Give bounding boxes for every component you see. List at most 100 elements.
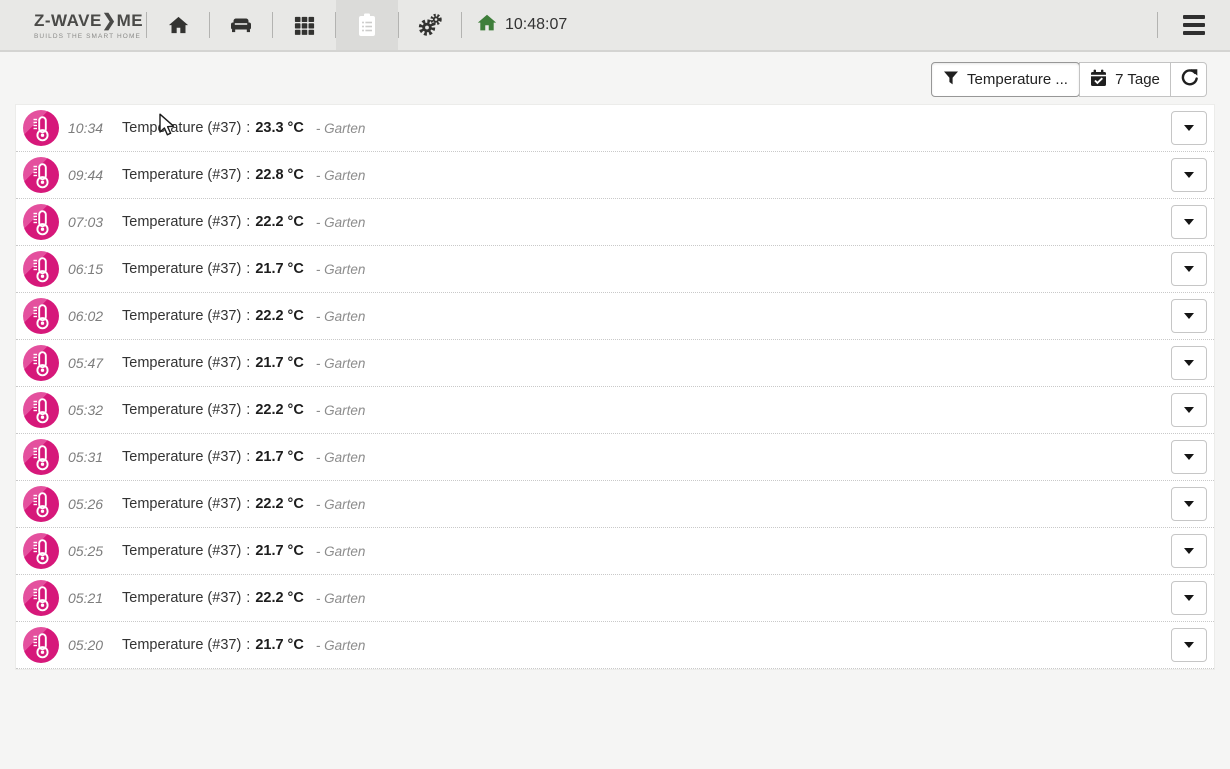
event-value: 22.8 °C (255, 167, 304, 183)
event-device-label: Temperature (#37) (122, 261, 241, 277)
event-room: - Garten (316, 262, 366, 277)
thermometer-icon (23, 392, 59, 428)
grid-icon (293, 14, 316, 37)
event-separator: : (246, 167, 250, 183)
event-value: 21.7 °C (255, 355, 304, 371)
event-device-label: Temperature (#37) (122, 496, 241, 512)
event-time: 05:26 (68, 496, 110, 512)
filter-funnel-icon (943, 70, 959, 90)
event-expand-button[interactable] (1171, 440, 1207, 474)
event-row: 05:26 Temperature (#37) : 22.2 °C - Gart… (16, 481, 1214, 528)
thermometer-icon (23, 110, 59, 146)
tab-events-active[interactable] (336, 0, 398, 50)
calendar-check-icon (1090, 69, 1107, 91)
event-value: 21.7 °C (255, 543, 304, 559)
event-room: - Garten (316, 121, 366, 136)
event-device-label: Temperature (#37) (122, 120, 241, 136)
chevron-down-icon (1184, 501, 1194, 507)
event-time: 05:47 (68, 355, 110, 371)
event-row: 10:34 Temperature (#37) : 23.3 °C - Gart… (16, 105, 1214, 152)
filter-device-label: Temperature ... (967, 71, 1068, 88)
chevron-down-icon (1184, 172, 1194, 178)
event-row: 06:15 Temperature (#37) : 21.7 °C - Gart… (16, 246, 1214, 293)
chevron-down-icon (1184, 407, 1194, 413)
event-expand-button[interactable] (1171, 487, 1207, 521)
event-row: 05:25 Temperature (#37) : 21.7 °C - Gart… (16, 528, 1214, 575)
period-filter-button[interactable]: 7 Tage (1079, 62, 1171, 97)
event-separator: : (246, 308, 250, 324)
event-expand-button[interactable] (1171, 111, 1207, 145)
event-row: 05:47 Temperature (#37) : 21.7 °C - Gart… (16, 340, 1214, 387)
thermometer-icon (23, 345, 59, 381)
event-separator: : (246, 496, 250, 512)
thermometer-icon (23, 251, 59, 287)
event-separator: : (246, 402, 250, 418)
zwave-logo: Z-WAVE❯ME BUILDS THE SMART HOME (34, 0, 146, 50)
event-expand-button[interactable] (1171, 205, 1207, 239)
refresh-button[interactable] (1171, 62, 1207, 97)
green-home-icon (476, 12, 498, 39)
event-room: - Garten (316, 309, 366, 324)
event-separator: : (246, 355, 250, 371)
event-separator: : (246, 214, 250, 230)
event-device-label: Temperature (#37) (122, 449, 241, 465)
event-separator: : (246, 543, 250, 559)
chevron-down-icon (1184, 642, 1194, 648)
chevron-down-icon (1184, 219, 1194, 225)
event-room: - Garten (316, 450, 366, 465)
top-navbar: Z-WAVE❯ME BUILDS THE SMART HOME (0, 0, 1230, 52)
event-time: 06:02 (68, 308, 110, 324)
event-room: - Garten (316, 356, 366, 371)
event-device-label: Temperature (#37) (122, 590, 241, 606)
thermometer-icon (23, 580, 59, 616)
tab-rooms[interactable] (210, 0, 272, 50)
event-room: - Garten (316, 497, 366, 512)
events-page: Temperature ... 7 Tage (0, 52, 1230, 769)
thermometer-icon (23, 298, 59, 334)
tab-settings[interactable] (399, 0, 461, 50)
tab-dashboard[interactable] (147, 0, 209, 50)
event-expand-button[interactable] (1171, 252, 1207, 286)
event-expand-button[interactable] (1171, 346, 1207, 380)
event-value: 21.7 °C (255, 449, 304, 465)
event-room: - Garten (316, 403, 366, 418)
tab-elements[interactable] (273, 0, 335, 50)
event-expand-button[interactable] (1171, 628, 1207, 662)
event-list: 10:34 Temperature (#37) : 23.3 °C - Gart… (15, 104, 1215, 670)
thermometer-icon (23, 439, 59, 475)
event-time: 05:31 (68, 449, 110, 465)
event-value: 22.2 °C (255, 402, 304, 418)
event-expand-button[interactable] (1171, 581, 1207, 615)
event-separator: : (246, 637, 250, 653)
event-time: 05:25 (68, 543, 110, 559)
event-separator: : (246, 449, 250, 465)
chevron-down-icon (1184, 125, 1194, 131)
house-mode-clock[interactable]: 10:48:07 (462, 0, 581, 50)
thermometer-icon (23, 486, 59, 522)
event-value: 22.2 °C (255, 308, 304, 324)
event-row: 05:20 Temperature (#37) : 21.7 °C - Gart… (16, 622, 1214, 669)
event-row: 05:31 Temperature (#37) : 21.7 °C - Gart… (16, 434, 1214, 481)
event-time: 05:32 (68, 402, 110, 418)
chevron-down-icon (1184, 454, 1194, 460)
hamburger-menu-button[interactable] (1158, 0, 1230, 50)
event-expand-button[interactable] (1171, 534, 1207, 568)
event-expand-button[interactable] (1171, 158, 1207, 192)
chevron-down-icon (1184, 266, 1194, 272)
event-expand-button[interactable] (1171, 299, 1207, 333)
event-device-label: Temperature (#37) (122, 543, 241, 559)
event-row: 05:32 Temperature (#37) : 22.2 °C - Gart… (16, 387, 1214, 434)
refresh-icon (1179, 68, 1198, 91)
event-separator: : (246, 590, 250, 606)
chevron-down-icon (1184, 548, 1194, 554)
event-expand-button[interactable] (1171, 393, 1207, 427)
event-device-label: Temperature (#37) (122, 355, 241, 371)
thermometer-icon (23, 204, 59, 240)
hamburger-icon (1183, 15, 1205, 19)
thermometer-icon (23, 157, 59, 193)
event-value: 22.2 °C (255, 214, 304, 230)
event-time: 05:21 (68, 590, 110, 606)
event-row: 09:44 Temperature (#37) : 22.8 °C - Gart… (16, 152, 1214, 199)
filter-device-button[interactable]: Temperature ... (931, 62, 1080, 97)
event-value: 22.2 °C (255, 496, 304, 512)
